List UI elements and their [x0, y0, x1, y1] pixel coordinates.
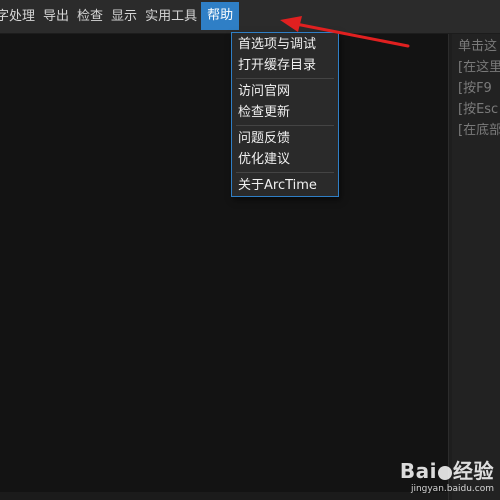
menu-separator: [236, 125, 334, 126]
menu-separator: [236, 78, 334, 79]
menu-item-check-updates[interactable]: 检查更新: [232, 102, 338, 123]
paw-icon: [438, 465, 452, 480]
menu-item-about[interactable]: 关于ArcTime: [232, 175, 338, 196]
menu-item-text-processing[interactable]: 字处理: [0, 0, 39, 33]
menu-item-help[interactable]: 帮助: [201, 1, 240, 30]
menu-item-preferences-debug[interactable]: 首选项与调试: [232, 34, 338, 55]
side-hint-line: [按Esc: [458, 102, 499, 117]
side-hint-line: 单击这: [458, 39, 498, 54]
menu-separator: [236, 172, 334, 173]
menu-item-check[interactable]: 检查: [73, 0, 107, 33]
watermark-logo: Bai 经验: [399, 459, 494, 483]
bottom-strip: [0, 492, 448, 500]
help-dropdown-menu: 首选项与调试 打开缓存目录 访问官网 检查更新 问题反馈 优化建议 关于ArcT…: [231, 32, 339, 197]
menu-bar: 字处理 导出 检查 显示 实用工具 帮助: [0, 0, 500, 34]
menu-item-visit-website[interactable]: 访问官网: [232, 81, 338, 102]
baidu-jingyan-watermark: Bai 经验 jingyan.baidu.com: [400, 455, 494, 494]
side-hint-line: [在底部: [458, 123, 500, 138]
menu-item-feedback[interactable]: 问题反馈: [232, 128, 338, 149]
menu-item-open-cache-dir[interactable]: 打开缓存目录: [232, 55, 338, 76]
menu-item-utilities[interactable]: 实用工具: [141, 0, 201, 33]
menu-item-display[interactable]: 显示: [107, 0, 141, 33]
editor-canvas[interactable]: [0, 34, 448, 500]
menu-item-export[interactable]: 导出: [39, 0, 73, 33]
side-panel: 单击这 [在这里 [按F9 [按Esc [在底部: [452, 34, 500, 500]
side-hint-line: [按F9: [458, 81, 492, 96]
menu-item-suggestions[interactable]: 优化建议: [232, 149, 338, 170]
side-hint-line: [在这里: [458, 60, 500, 75]
watermark-site: jingyan.baidu.com: [410, 484, 494, 494]
